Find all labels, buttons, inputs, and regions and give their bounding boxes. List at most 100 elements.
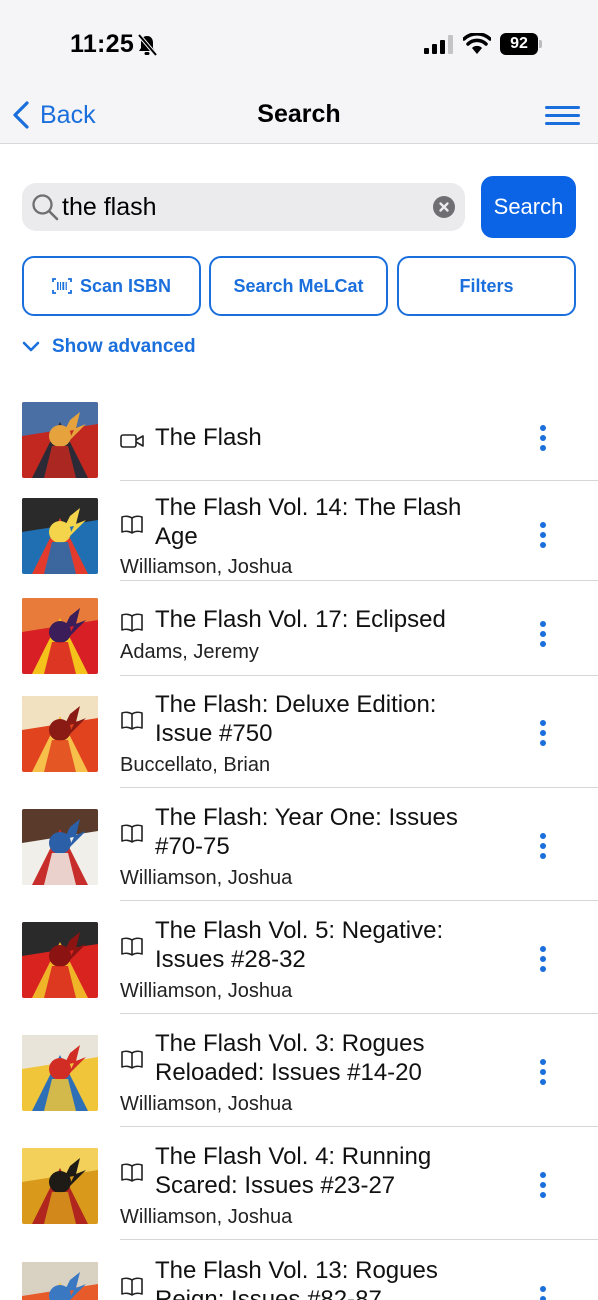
more-dot-icon	[540, 1192, 546, 1198]
result-item[interactable]: The Flash Vol. 17: Eclipsed Adams, Jeremy	[0, 581, 598, 676]
book-icon	[120, 1162, 144, 1182]
scan-isbn-label: Scan ISBN	[79, 275, 172, 296]
result-title: The Flash: Deluxe Edition: Issue #750	[155, 691, 437, 747]
page-title: Search	[257, 100, 341, 128]
result-title: The Flash Vol. 3: Rogues Reloaded: Issue…	[155, 1030, 425, 1086]
navigation-bar: Back Search	[0, 86, 598, 144]
book-icon	[120, 1276, 144, 1296]
more-options-button[interactable]	[532, 946, 554, 976]
result-author: Williamson, Joshua	[120, 867, 293, 889]
more-dot-icon	[540, 956, 546, 962]
result-item[interactable]: The Flash Vol. 13: Rogues Reign: Issues …	[0, 1240, 598, 1300]
more-dot-icon	[540, 425, 546, 431]
more-dot-icon	[540, 720, 546, 726]
more-options-button[interactable]	[532, 1286, 554, 1300]
more-options-button[interactable]	[532, 1059, 554, 1089]
more-dot-icon	[540, 740, 546, 746]
more-dot-icon	[540, 1286, 546, 1292]
more-dot-icon	[540, 1172, 546, 1178]
more-dot-icon	[540, 1069, 546, 1075]
search-input[interactable]	[62, 190, 422, 224]
more-dot-icon	[540, 730, 546, 736]
cover-art	[22, 922, 98, 998]
cover-art	[22, 1262, 98, 1300]
cover-art	[22, 598, 98, 674]
search-icon	[32, 194, 59, 221]
more-dot-icon	[540, 946, 546, 952]
cellular-signal-icon	[424, 35, 453, 54]
book-icon	[120, 1049, 144, 1069]
close-icon	[439, 202, 449, 212]
scan-isbn-button[interactable]: Scan ISBN	[22, 256, 201, 316]
more-dot-icon	[540, 1182, 546, 1188]
hamburger-icon-bar	[545, 114, 580, 117]
result-title: The Flash Vol. 14: The Flash Age	[155, 494, 462, 550]
result-title: The Flash Vol. 13: Rogues Reign: Issues …	[155, 1257, 438, 1300]
cover-image	[22, 1148, 98, 1224]
result-author: Adams, Jeremy	[120, 641, 259, 663]
show-advanced-toggle[interactable]: Show advanced	[22, 334, 196, 360]
more-dot-icon	[540, 853, 546, 859]
cover-image	[22, 1262, 98, 1300]
wifi-icon	[463, 33, 491, 54]
more-dot-icon	[540, 833, 546, 839]
more-dot-icon	[540, 542, 546, 548]
result-item[interactable]: The Flash: Deluxe Edition: Issue #750 Buc…	[0, 676, 598, 788]
status-bar: 11:25 92	[0, 0, 598, 86]
result-author: Williamson, Joshua	[120, 1093, 293, 1115]
more-dot-icon	[540, 641, 546, 647]
search-melcat-button[interactable]: Search MeLCat	[209, 256, 388, 316]
more-dot-icon	[540, 532, 546, 538]
battery-level: 92	[500, 33, 538, 55]
more-options-button[interactable]	[532, 621, 554, 651]
cover-art	[22, 1148, 98, 1224]
result-title: The Flash Vol. 5: Negative: Issues #28-3…	[155, 917, 444, 973]
more-dot-icon	[540, 1079, 546, 1085]
hamburger-icon-bar	[545, 122, 580, 125]
result-item[interactable]: The Flash Vol. 14: The Flash Age Williams…	[0, 481, 598, 581]
filters-button[interactable]: Filters	[397, 256, 576, 316]
result-title: The Flash: Year One: Issues #70-75	[155, 804, 458, 860]
cover-image	[22, 1035, 98, 1111]
more-dot-icon	[540, 522, 546, 528]
more-options-button[interactable]	[532, 522, 554, 552]
cover-image	[22, 922, 98, 998]
more-options-button[interactable]	[532, 1172, 554, 1202]
menu-button[interactable]	[545, 106, 580, 126]
result-item[interactable]: The Flash Vol. 5: Negative: Issues #28-3…	[0, 901, 598, 1014]
cover-art	[22, 1035, 98, 1111]
cover-image	[22, 402, 98, 478]
result-item[interactable]: The Flash Vol. 3: Rogues Reloaded: Issue…	[0, 1014, 598, 1127]
result-item[interactable]: The Flash Vol. 4: Running Scared: Issues…	[0, 1127, 598, 1240]
more-options-button[interactable]	[532, 833, 554, 863]
result-author: Williamson, Joshua	[120, 556, 293, 578]
more-options-button[interactable]	[532, 720, 554, 750]
search-field	[22, 183, 465, 231]
book-icon	[120, 612, 144, 632]
result-title: The Flash	[155, 424, 262, 451]
more-dot-icon	[540, 1059, 546, 1065]
cover-art	[22, 696, 98, 772]
more-dot-icon	[540, 631, 546, 637]
cover-image	[22, 498, 98, 574]
more-dot-icon	[540, 1296, 546, 1300]
more-dot-icon	[540, 621, 546, 627]
book-icon	[120, 936, 144, 956]
result-author: Williamson, Joshua	[120, 1206, 293, 1228]
book-icon	[120, 823, 144, 843]
more-options-button[interactable]	[532, 425, 554, 455]
result-author: Buccellato, Brian	[120, 754, 271, 776]
more-dot-icon	[540, 435, 546, 441]
result-item[interactable]: The Flash: Year One: Issues #70-75 Willia…	[0, 788, 598, 901]
result-item[interactable]: The Flash	[0, 386, 598, 481]
search-button[interactable]: Search	[481, 176, 576, 238]
search-melcat-label: Search MeLCat	[233, 275, 364, 296]
cover-art	[22, 498, 98, 574]
chevron-down-icon	[22, 341, 40, 352]
bell-muted-icon	[137, 34, 157, 56]
video-icon	[120, 431, 144, 451]
more-dot-icon	[540, 843, 546, 849]
result-author: Williamson, Joshua	[120, 980, 293, 1002]
cover-image	[22, 598, 98, 674]
clear-search-button[interactable]	[433, 196, 455, 218]
